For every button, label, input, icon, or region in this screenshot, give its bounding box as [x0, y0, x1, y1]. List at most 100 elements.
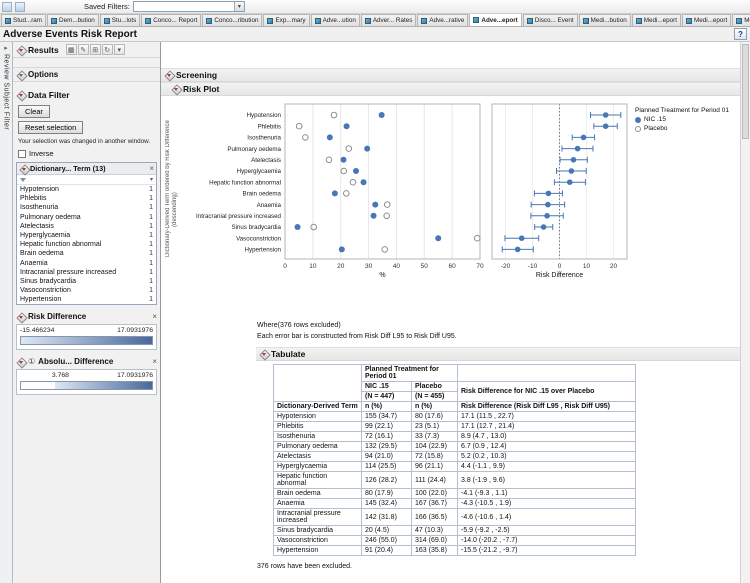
- report-tab[interactable]: Adve...eport: [469, 14, 521, 26]
- term-list-item[interactable]: Isosthenuria1: [17, 203, 156, 212]
- table-cell-placebo: 96 (21.1): [412, 462, 458, 472]
- term-filter-box: Dictionary... Term (13) × ▾ Hypotension1…: [16, 162, 157, 305]
- reports-icon[interactable]: [15, 2, 25, 12]
- edit-icon[interactable]: ✎: [78, 44, 89, 55]
- help-button[interactable]: ?: [734, 28, 747, 40]
- table-cell-placebo: 23 (5.1): [412, 422, 458, 432]
- term-label: Pulmonary oedema: [20, 213, 81, 222]
- report-tab-label: Conco...ribution: [214, 17, 258, 24]
- report-tab[interactable]: Adver... Rates: [361, 14, 417, 26]
- table-cell-term: Pulmonary oedema: [274, 442, 362, 452]
- table-cell-nic: 94 (21.0): [362, 452, 412, 462]
- screening-title: Screening: [176, 70, 217, 80]
- report-tab-icon: [145, 18, 151, 24]
- report-tab[interactable]: Conco... Report: [141, 14, 201, 26]
- options-disclosure-icon[interactable]: [16, 70, 25, 79]
- report-tab-icon: [315, 18, 321, 24]
- screening-disclosure-icon[interactable]: [164, 71, 173, 80]
- add-window-icon[interactable]: ⊞: [90, 44, 101, 55]
- table-cell-riskdiff: 3.8 (-1.9 , 9.6): [458, 472, 636, 489]
- term-list-item[interactable]: Hyperglycaemia1: [17, 231, 156, 240]
- report-tab[interactable]: Conco...ribution: [202, 14, 262, 26]
- report-tab[interactable]: Mort...Event: [732, 14, 750, 26]
- term-list-item[interactable]: Phlebitis1: [17, 194, 156, 203]
- term-label: Hepatic function abnormal: [20, 240, 101, 249]
- report-tab[interactable]: Stu...lots: [100, 14, 141, 26]
- term-list-item[interactable]: Brain oedema1: [17, 249, 156, 258]
- term-count: 1: [149, 213, 153, 222]
- tabulate-disclosure-icon[interactable]: [259, 350, 268, 359]
- term-filter-disclosure-icon[interactable]: [19, 164, 28, 173]
- term-list-item[interactable]: Anaemia1: [17, 259, 156, 268]
- term-count: 1: [149, 286, 153, 295]
- term-filter-search-row[interactable]: ▾: [17, 175, 156, 185]
- abs-slider-disclosure-icon[interactable]: [16, 357, 25, 366]
- term-count: 1: [149, 295, 153, 304]
- report-tab[interactable]: Dem...bution: [47, 14, 99, 26]
- risk-plot-disclosure-icon[interactable]: [171, 85, 180, 94]
- close-icon[interactable]: ×: [152, 313, 157, 321]
- selection-warning-text: Your selection was changed in another wi…: [13, 134, 160, 145]
- svg-text:Intracranial pressure increase: Intracranial pressure increased: [196, 213, 282, 220]
- term-list-item[interactable]: Vasoconstriction1: [17, 286, 156, 295]
- clear-button[interactable]: Clear: [18, 105, 50, 118]
- term-list-item[interactable]: Pulmonary oedema 1: [17, 213, 156, 222]
- term-count: 1: [149, 231, 153, 240]
- term-list-item[interactable]: Hypotension1: [17, 185, 156, 194]
- report-tab[interactable]: Adve...ution: [311, 14, 360, 26]
- report-tab[interactable]: Medi...eport: [632, 14, 681, 26]
- risk-slider-range[interactable]: [21, 337, 152, 344]
- report-tab[interactable]: Medi...eport: [682, 14, 731, 26]
- data-filter-header: Data Filter: [13, 88, 160, 102]
- plot-legend: Planned Treatment for Period 01 NIC .15P…: [635, 107, 737, 279]
- report-tab[interactable]: Stud...ram: [1, 14, 46, 26]
- table-n-header: (N = 447): [362, 392, 412, 402]
- report-tab[interactable]: Medi...bution: [579, 14, 631, 26]
- report-body: Screening Risk Plot Dictionary-Derived T…: [161, 42, 740, 583]
- term-list-item[interactable]: Sinus bradycardia1: [17, 277, 156, 286]
- scrollbar-thumb[interactable]: [742, 44, 749, 139]
- options-section[interactable]: Options: [13, 67, 160, 82]
- close-icon[interactable]: ×: [149, 165, 154, 173]
- table-corner: [458, 365, 636, 382]
- report-tab[interactable]: Exp...mary: [263, 14, 309, 26]
- term-list-item[interactable]: Hepatic function abnormal 1: [17, 240, 156, 249]
- window-icon[interactable]: [2, 2, 12, 12]
- review-subject-filter-strip[interactable]: ▸ Review Subject Filter: [0, 42, 13, 583]
- risk-slider-track[interactable]: [20, 336, 153, 345]
- term-list-item[interactable]: Intracranial pressure increased1: [17, 268, 156, 277]
- report-tab[interactable]: Adve...rative: [417, 14, 468, 26]
- report-tab[interactable]: Disco... Event: [523, 14, 578, 26]
- grid-icon[interactable]: ▦: [66, 44, 77, 55]
- refresh-icon[interactable]: ↻: [102, 44, 113, 55]
- data-filter-disclosure-icon[interactable]: [16, 91, 25, 100]
- term-count: 1: [149, 240, 153, 249]
- term-count: 1: [149, 259, 153, 268]
- table-cell-term: Atelectasis: [274, 452, 362, 462]
- legend-item[interactable]: Placebo: [635, 125, 737, 132]
- table-corner: [274, 365, 362, 402]
- risk-plot-chart[interactable]: Dictionary-Derived Term ordered by Risk …: [165, 99, 629, 279]
- table-cell-placebo: 104 (22.9): [412, 442, 458, 452]
- inverse-checkbox[interactable]: [18, 150, 26, 158]
- report-tab-icon: [104, 18, 110, 24]
- close-icon[interactable]: ×: [152, 358, 157, 366]
- legend-item[interactable]: NIC .15: [635, 116, 737, 123]
- legend-marker-icon: [635, 117, 641, 123]
- vertical-scrollbar[interactable]: [740, 42, 750, 583]
- term-list-item[interactable]: Hypertension1: [17, 295, 156, 304]
- top-toolbar: Saved Filters: ▾: [0, 0, 750, 14]
- risk-slider-disclosure-icon[interactable]: [16, 312, 25, 321]
- term-list-item[interactable]: Atelectasis1: [17, 222, 156, 231]
- results-disclosure-icon[interactable]: [16, 45, 25, 54]
- term-count: 1: [149, 194, 153, 203]
- saved-filters-dropdown[interactable]: ▾: [133, 1, 245, 12]
- table-cell-term: Hepatic function abnormal: [274, 472, 362, 489]
- abs-slider-range[interactable]: [55, 382, 152, 389]
- menu-icon[interactable]: ▾: [114, 44, 125, 55]
- abs-slider-track[interactable]: [20, 381, 153, 390]
- term-count: 1: [149, 185, 153, 194]
- table-cell-riskdiff: -15.5 (-21.2 , -9.7): [458, 546, 636, 556]
- reset-selection-button[interactable]: Reset selection: [18, 121, 83, 134]
- report-tab-icon: [686, 18, 692, 24]
